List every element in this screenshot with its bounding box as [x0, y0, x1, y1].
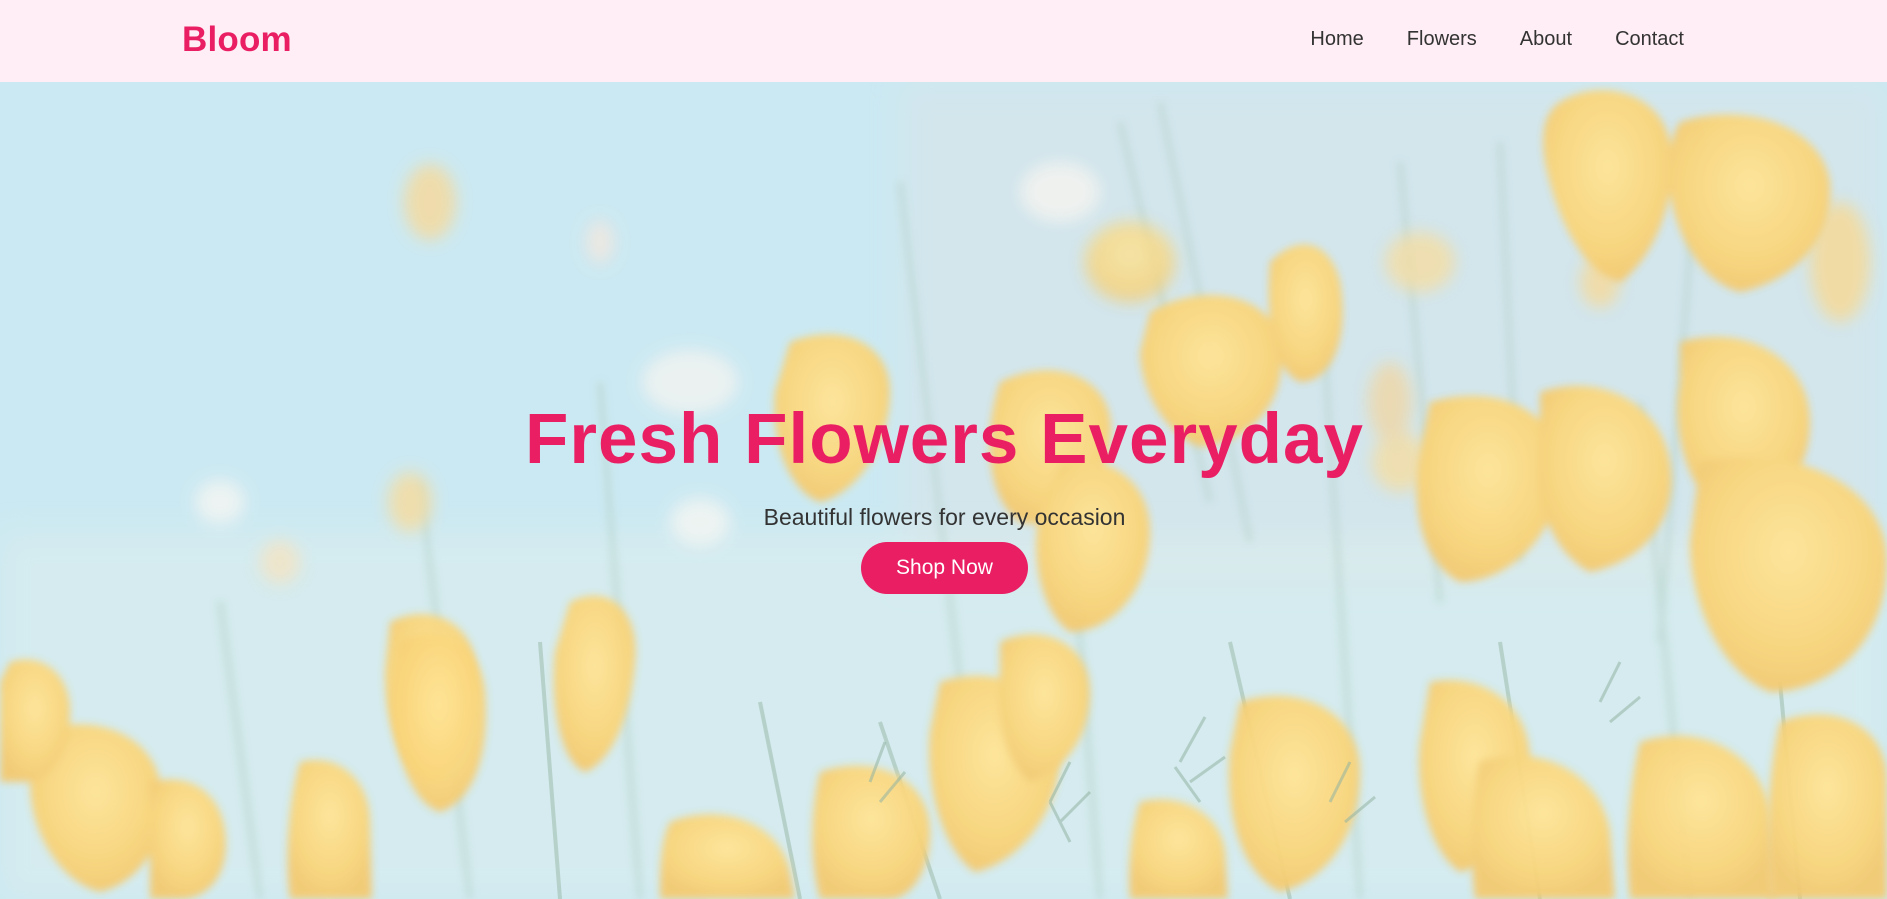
- hero-title: Fresh Flowers Everyday: [525, 400, 1364, 479]
- nav-links: Home Flowers About Contact: [1310, 28, 1684, 51]
- hero-subtitle: Beautiful flowers for every occasion: [763, 504, 1126, 530]
- hero-content: Fresh Flowers Everyday Beautiful flowers…: [0, 404, 1887, 594]
- brand-logo[interactable]: Bloom: [182, 20, 292, 60]
- nav-link-about[interactable]: About: [1520, 28, 1572, 51]
- shop-now-button[interactable]: Shop Now: [861, 542, 1028, 594]
- nav-link-home[interactable]: Home: [1310, 28, 1363, 51]
- hero-section: Fresh Flowers Everyday Beautiful flowers…: [0, 82, 1887, 899]
- nav-link-contact[interactable]: Contact: [1615, 28, 1684, 51]
- navbar: Bloom Home Flowers About Contact: [0, 0, 1887, 82]
- nav-link-flowers[interactable]: Flowers: [1407, 28, 1477, 51]
